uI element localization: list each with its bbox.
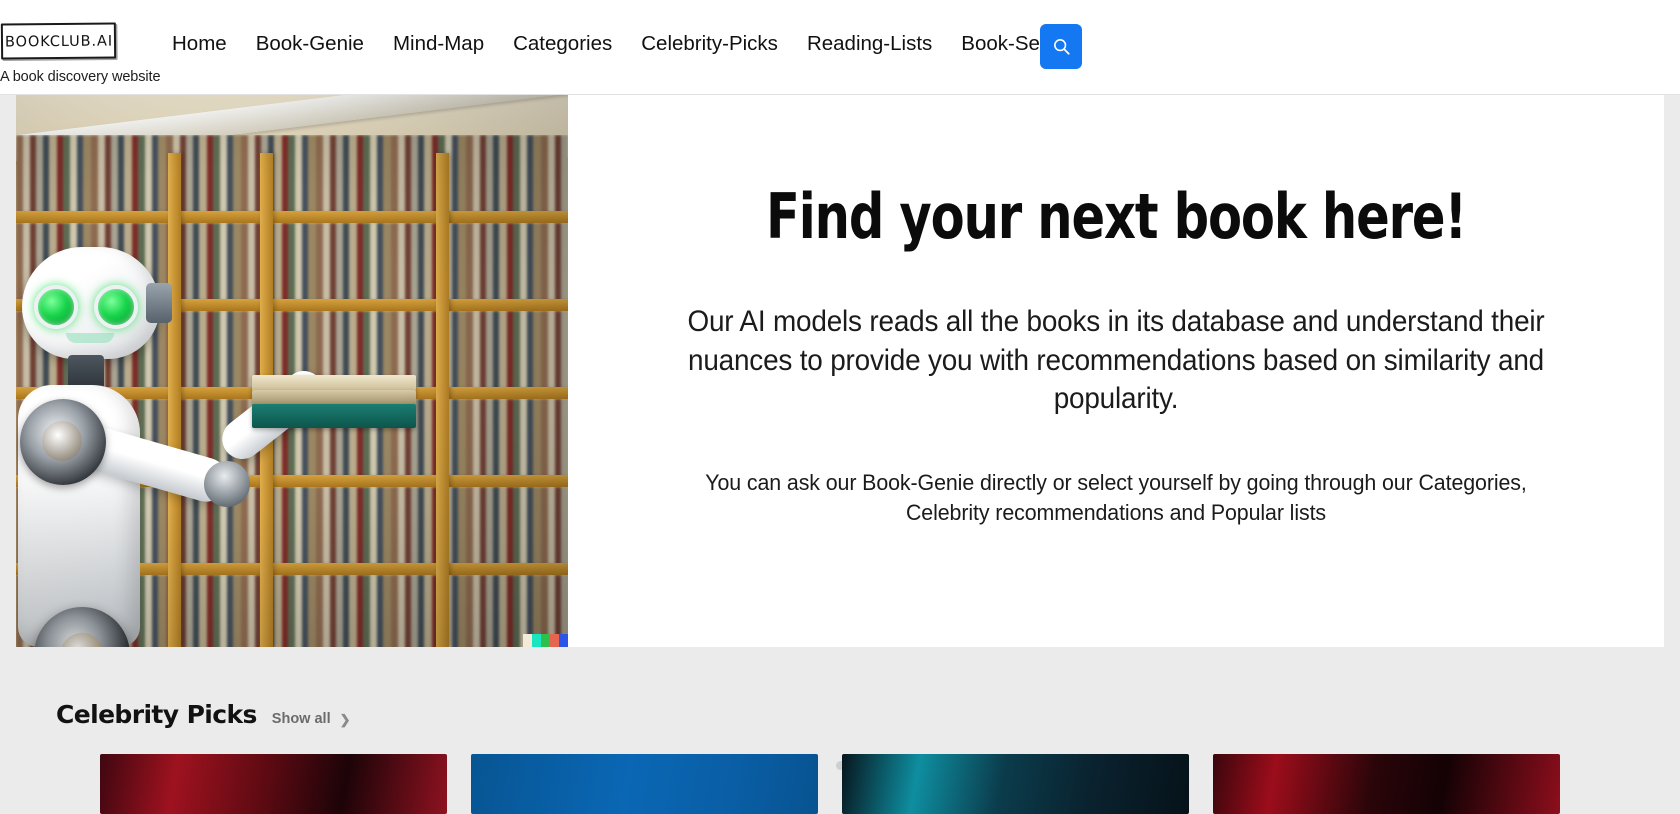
pick-card-1[interactable] — [100, 754, 447, 814]
pick-card-4[interactable] — [1213, 754, 1560, 814]
nav-home[interactable]: Home — [172, 30, 227, 58]
pick-card-2[interactable] — [471, 754, 818, 814]
hero-carousel: Find your next book here! Our AI models … — [0, 95, 1680, 770]
pick-card-3[interactable] — [842, 754, 1189, 814]
hero-subtitle: Our AI models reads all the books in its… — [687, 305, 1545, 415]
site-header: BOOKCLUB.AI A book discovery website Hom… — [0, 0, 1680, 95]
bookclub-logo-box-icon[interactable]: BOOKCLUB.AI — [0, 22, 118, 62]
dalle-watermark-icon — [523, 634, 568, 647]
nav-book-genie[interactable]: Book-Genie — [256, 30, 364, 58]
brand-tagline: A book discovery website — [0, 69, 161, 85]
image-vignette — [16, 95, 568, 647]
library-illustration — [16, 95, 568, 647]
show-all-label: Show all — [271, 711, 331, 727]
search-icon — [1052, 37, 1071, 56]
nav-celebrity-picks[interactable]: Celebrity-Picks — [641, 30, 778, 58]
hero-copy: Find your next book here! Our AI models … — [568, 95, 1664, 647]
celebrity-picks-section: Celebrity Picks Show all ❯ — [0, 700, 1680, 814]
search-button[interactable] — [1040, 24, 1082, 69]
hero-image — [16, 95, 568, 647]
section-title: Celebrity Picks — [56, 700, 257, 729]
logo-text: BOOKCLUB.AI — [4, 33, 114, 51]
hero-slide: Find your next book here! Our AI models … — [16, 95, 1664, 647]
hero-note: You can ask our Book-Genie directly or s… — [705, 470, 1527, 525]
nav-categories[interactable]: Categories — [513, 30, 612, 58]
show-all-link[interactable]: Show all ❯ — [272, 711, 351, 727]
brand-block[interactable]: BOOKCLUB.AI A book discovery website — [0, 22, 175, 85]
page-title: Find your next book here! — [766, 180, 1467, 253]
celebrity-picks-list — [0, 729, 1680, 814]
celebrity-picks-header: Celebrity Picks Show all ❯ — [0, 700, 1680, 729]
nav-mind-map[interactable]: Mind-Map — [393, 30, 484, 58]
main-navigation: Home Book-Genie Mind-Map Categories Cele… — [172, 30, 1073, 58]
nav-reading-lists[interactable]: Reading-Lists — [807, 30, 932, 58]
chevron-right-icon: ❯ — [339, 711, 351, 727]
